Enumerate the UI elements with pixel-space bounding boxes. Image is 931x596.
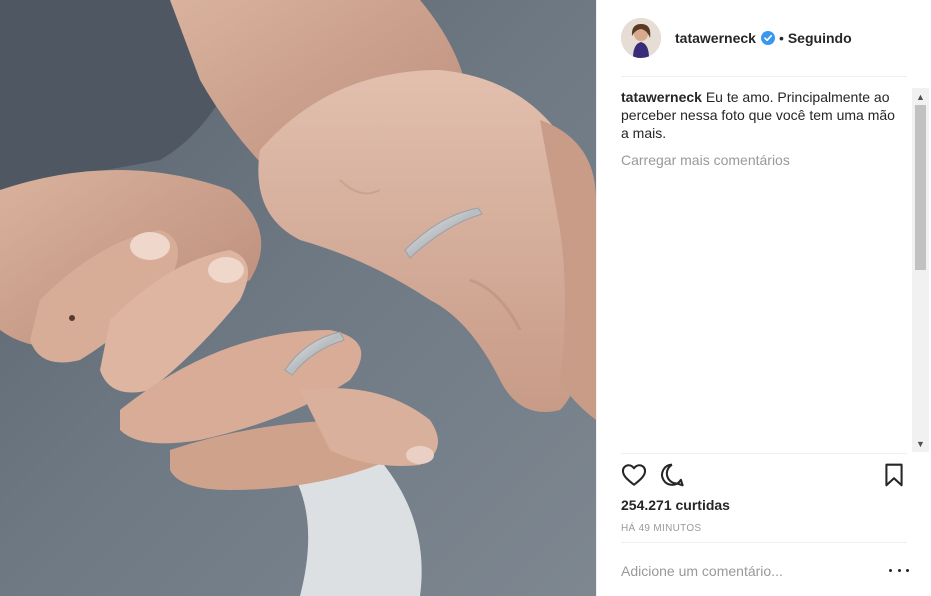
actions-divider	[621, 453, 907, 454]
add-comment-input[interactable]	[621, 560, 875, 582]
scroll-up-arrow-icon[interactable]: ▲	[912, 88, 929, 105]
username-link[interactable]: tatawerneck	[675, 30, 756, 46]
post-timestamp[interactable]: HÁ 49 MINUTOS	[621, 523, 701, 534]
likes-count[interactable]: 254.271 curtidas	[621, 497, 730, 513]
post-photo[interactable]	[0, 0, 596, 596]
avatar[interactable]	[621, 18, 661, 58]
scroll-down-arrow-icon[interactable]: ▼	[912, 435, 929, 452]
comment-divider	[621, 542, 907, 543]
hands-with-rings-image	[0, 0, 596, 596]
more-options-icon[interactable]	[889, 562, 909, 578]
comments-area: tatawerneck Eu te amo. Principalmente ao…	[621, 88, 907, 450]
bookmark-icon[interactable]	[881, 462, 907, 488]
comments-scrollbar[interactable]: ▲ ▼	[912, 88, 929, 452]
header-separator: •	[778, 30, 784, 46]
header-divider	[621, 76, 907, 77]
following-button[interactable]: Seguindo	[788, 30, 852, 46]
comment-bubble-icon[interactable]	[659, 462, 685, 488]
post-actions	[621, 462, 907, 490]
caption: tatawerneck Eu te amo. Principalmente ao…	[621, 88, 907, 142]
caption-username-link[interactable]: tatawerneck	[621, 89, 702, 105]
verified-badge-icon	[760, 31, 775, 45]
post-header: tatawerneck • Seguindo	[621, 18, 907, 58]
post-side-panel: tatawerneck • Seguindo tatawerneck Eu te…	[596, 0, 931, 596]
load-more-comments-link[interactable]: Carregar mais comentários	[621, 151, 907, 169]
heart-icon[interactable]	[621, 462, 647, 488]
scroll-thumb[interactable]	[915, 105, 926, 270]
